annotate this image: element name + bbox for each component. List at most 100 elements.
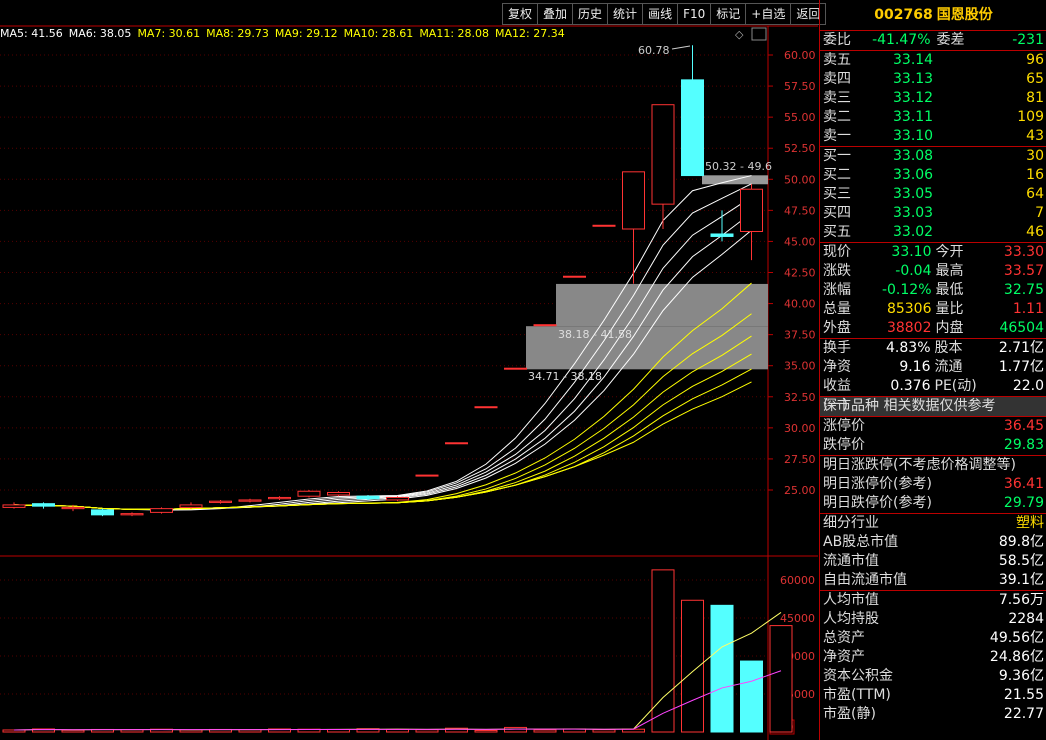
info2-value: 21.55 (1003, 687, 1044, 703)
price-tick-label: 37.50 (784, 329, 816, 342)
tomorrow-up: 36.41 (1003, 476, 1044, 492)
stats-value: 22.0 (1012, 378, 1044, 394)
candle-body[interactable] (651, 104, 675, 205)
ask-label: 卖二 (823, 109, 851, 125)
high-annotation: 60.78 (638, 44, 670, 57)
candle-body[interactable] (209, 500, 232, 503)
bid-row[interactable]: 买四 33.03 7 (820, 204, 1046, 223)
candle-body[interactable] (356, 495, 380, 500)
kline-chart[interactable]: ◇ 60.00 57.50 55.00 52.50 50.00 47.50 45.00 42.5… (0, 0, 818, 740)
ask-row[interactable]: 卖二 33.11 109 (820, 108, 1046, 127)
volume-bar[interactable] (592, 729, 616, 733)
candle-body[interactable] (2, 504, 26, 508)
bid-label: 买五 (823, 224, 851, 240)
info2-label: 资本公积金 (823, 668, 893, 684)
ask-row[interactable]: 卖三 33.12 81 (820, 89, 1046, 108)
quote-label: 涨幅 (823, 282, 851, 298)
chart-menu-icon[interactable] (751, 27, 767, 41)
limit-value: 36.45 (1003, 418, 1044, 434)
toolbar-button-6[interactable]: 标记 (710, 3, 747, 25)
quote-value: 1.11 (1012, 301, 1044, 317)
candle-body[interactable] (563, 275, 586, 278)
candle-body[interactable] (120, 513, 144, 516)
candle-body[interactable] (327, 491, 350, 496)
candle-body[interactable] (740, 188, 763, 232)
candle-body[interactable] (415, 474, 439, 477)
tomorrow-up-label: 明日涨停价(参考) (823, 476, 932, 492)
info-row: 自由流通市值 39.1亿 (820, 571, 1046, 590)
limit-label: 跌停价 (823, 437, 865, 453)
price-tick-label: 45.00 (784, 235, 816, 248)
bid-price: 33.06 (893, 167, 934, 183)
volume-bar[interactable] (179, 729, 203, 733)
bid-label: 买三 (823, 186, 851, 202)
info2-row: 市盈(静) 22.77 (820, 705, 1046, 724)
candle-body[interactable] (32, 503, 55, 507)
quote-value: 32.75 (1003, 282, 1044, 298)
volume-bar[interactable] (710, 604, 734, 733)
candle-body[interactable] (504, 367, 527, 370)
price-tick-label: 57.50 (784, 80, 816, 93)
candle-body[interactable] (91, 509, 114, 516)
toolbar: 复权 叠加 历史 统计 画线 F10 标记 +自选 返回 (502, 3, 827, 25)
toolbar-button-5[interactable]: F10 (677, 3, 712, 25)
toolbar-button-3[interactable]: 统计 (607, 3, 644, 25)
bid-vol: 46 (1026, 224, 1044, 240)
volume-bar[interactable] (61, 729, 85, 733)
candle-body[interactable] (474, 406, 498, 409)
candle-body[interactable] (297, 490, 321, 497)
info2-label: 人均市值 (823, 592, 879, 608)
quote-value: 33.30 (1003, 244, 1044, 260)
ask-row[interactable]: 卖四 33.13 65 (820, 70, 1046, 89)
toolbar-button-4[interactable]: 画线 (642, 3, 679, 25)
volume-bar[interactable] (415, 729, 439, 733)
candle-body[interactable] (710, 233, 734, 237)
stock-title: 002768 国恩股份 (820, 0, 1046, 31)
candle-body[interactable] (238, 499, 262, 502)
candle-body[interactable] (179, 504, 203, 508)
ma-label-6: MA11: 28.08 (419, 27, 490, 40)
volume-bar[interactable] (533, 729, 557, 733)
toolbar-button-2[interactable]: 历史 (572, 3, 609, 25)
diamond-icon[interactable]: ◇ (735, 28, 744, 41)
stats-row: 收益(一) 0.376PE(动) 22.0 (820, 377, 1046, 413)
candle-body[interactable] (681, 79, 704, 177)
toolbar-button-0[interactable]: 复权 (502, 3, 539, 25)
quote-row: 总量 85306 量比 1.11 (820, 300, 1046, 319)
bid-vol: 16 (1026, 167, 1044, 183)
info-label: 细分行业 (823, 515, 879, 531)
toolbar-button-1[interactable]: 叠加 (537, 3, 574, 25)
volume-bar[interactable] (681, 599, 704, 733)
limit-row: 涨停价 36.45 (820, 417, 1046, 436)
info2-table: 人均市值 7.56万 人均持股 2284 总资产 49.56亿 净资产 24.86亿 资本公积金… (820, 591, 1046, 724)
ask-row[interactable]: 卖一 33.10 43 (820, 127, 1046, 146)
price-tick-label: 27.50 (784, 453, 816, 466)
candle-body[interactable] (150, 508, 173, 513)
bid-row[interactable]: 买五 33.02 46 (820, 223, 1046, 242)
volume-bar[interactable] (740, 660, 763, 733)
candle-body[interactable] (622, 171, 645, 230)
volume-bar[interactable] (504, 726, 527, 733)
volume-bar[interactable] (474, 729, 498, 733)
toolbar-button-7[interactable]: +自选 (745, 3, 792, 25)
ask-vol: 43 (1026, 128, 1044, 144)
info2-value: 24.86亿 (989, 649, 1044, 665)
candle-body[interactable] (533, 324, 557, 327)
quote-row: 涨幅 -0.12% 最低 32.75 (820, 281, 1046, 300)
candle-body[interactable] (592, 224, 616, 227)
bid-row[interactable]: 买二 33.06 16 (820, 166, 1046, 185)
price-tick-label: 42.50 (784, 267, 816, 280)
price-tick-label: 47.50 (784, 204, 816, 217)
wei-diff: -231 (1012, 32, 1044, 48)
ask-row[interactable]: 卖五 33.14 96 (820, 51, 1046, 70)
volume-bar[interactable] (651, 569, 675, 733)
candle-body[interactable] (268, 496, 291, 500)
bid-row[interactable]: 买一 33.08 30 (820, 147, 1046, 166)
candle-body[interactable] (445, 442, 468, 445)
volume-bar[interactable] (769, 625, 793, 733)
info-table: 细分行业 塑料 AB股总市值 89.8亿 流通市值 58.5亿 自由流通市值 39.1亿 (820, 514, 1046, 591)
candle-body[interactable] (386, 496, 409, 501)
bid-row[interactable]: 买三 33.05 64 (820, 185, 1046, 204)
stats-label: 换手 (823, 340, 851, 356)
candle-body[interactable] (61, 506, 85, 510)
